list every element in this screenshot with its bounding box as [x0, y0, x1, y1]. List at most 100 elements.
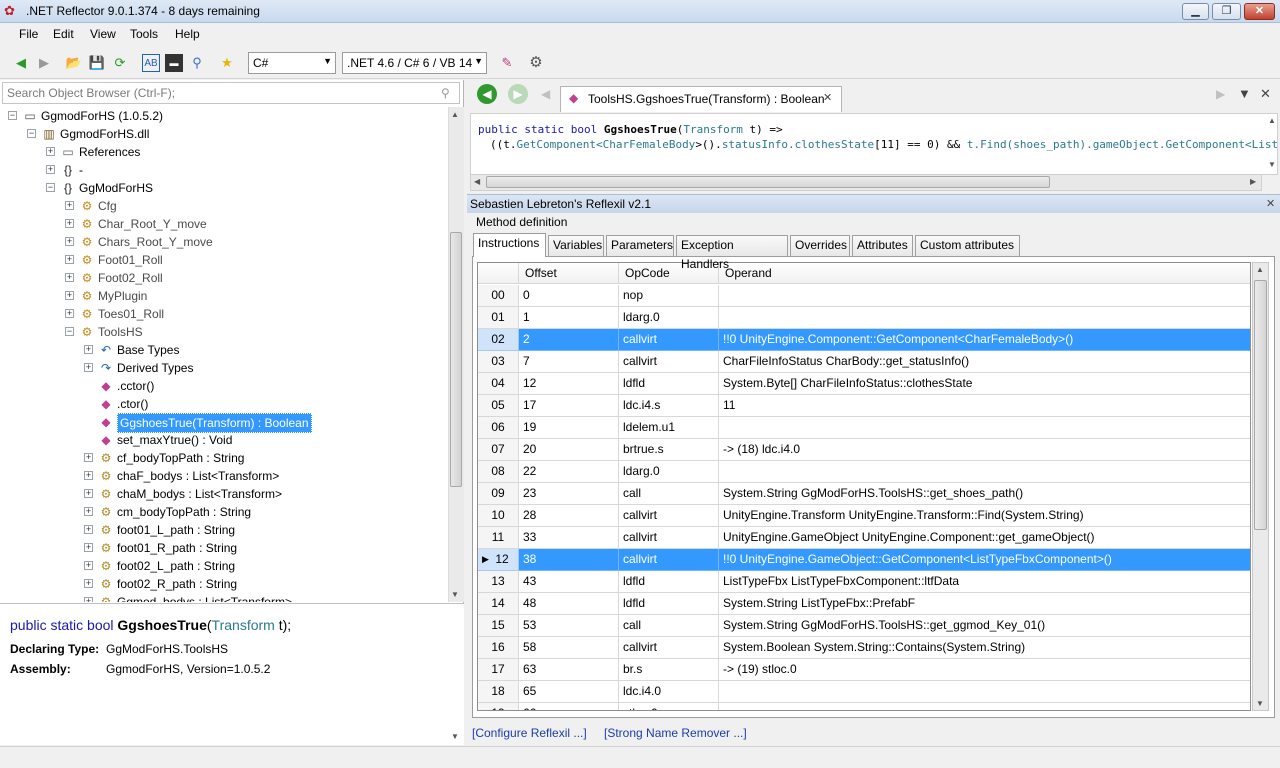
expand-icon[interactable]: +	[84, 471, 93, 480]
tree-node[interactable]: + ▭ References	[0, 143, 448, 161]
menu-view[interactable]: View	[90, 27, 116, 41]
search-input[interactable]: Search Object Browser (Ctrl-F);	[2, 82, 460, 104]
instruction-row[interactable]: 09 23 call System.String GgModForHS.ToolsHS…	[478, 483, 1250, 505]
menu-tools[interactable]: Tools	[130, 27, 158, 41]
code-call[interactable]: GetComponent<	[517, 138, 603, 151]
column-header-offset[interactable]: Offset	[519, 263, 619, 284]
instruction-row[interactable]: 05 17 ldc.i4.s 11	[478, 395, 1250, 417]
grid-scroll-thumb[interactable]	[1254, 280, 1267, 530]
expand-icon[interactable]: +	[65, 309, 74, 318]
menu-file[interactable]: File	[19, 27, 38, 41]
scroll-up-icon[interactable]: ▲	[451, 110, 459, 119]
tree-node[interactable]: + ⚙ Foot02_Roll	[0, 269, 448, 287]
back-icon[interactable]: ◀	[12, 54, 30, 72]
instruction-row[interactable]: 03 7 callvirt CharFileInfoStatus CharBody::…	[478, 351, 1250, 373]
instruction-row[interactable]: 11 33 callvirt UnityEngine.GameObject Unity…	[478, 527, 1250, 549]
tab-scroll-left-icon[interactable]: ◀	[541, 87, 550, 101]
signature-param-type[interactable]: Transform	[212, 617, 275, 633]
instruction-row[interactable]: ▶ 12 38 callvirt !!0 UnityEngine.GameObject:…	[478, 549, 1250, 571]
tree-node[interactable]: + ⚙ foot01_L_path : String	[0, 521, 448, 539]
code-field[interactable]: statusInfo.clothesState	[722, 138, 874, 151]
tree-node[interactable]: + ⚙ chaF_bodys : List<Transform>	[0, 467, 448, 485]
decompiled-code-view[interactable]: public static bool GgshoesTrue(Transform…	[470, 113, 1278, 175]
expand-icon[interactable]: +	[65, 255, 74, 264]
tree-node[interactable]: + ⚙ foot01_R_path : String	[0, 539, 448, 557]
expand-icon[interactable]: +	[65, 219, 74, 228]
tab-overrides[interactable]: Overrides	[790, 235, 850, 256]
instruction-row[interactable]: 02 2 callvirt !!0 UnityEngine.Component::Ge…	[478, 329, 1250, 351]
forward-icon[interactable]: ▶	[35, 54, 53, 72]
signature-name[interactable]: GgshoesTrue	[117, 617, 206, 633]
tree-node[interactable]: + ⚙ foot02_L_path : String	[0, 557, 448, 575]
instruction-row[interactable]: 18 65 ldc.i4.0	[478, 681, 1250, 703]
expand-icon[interactable]: +	[46, 147, 55, 156]
tree-node[interactable]: + ↷ Derived Types	[0, 359, 448, 377]
tree-node[interactable]: + ⚙ Ggmod_bodys : List<Transform>	[0, 593, 448, 602]
tree-node[interactable]: + ⚙ cf_bodyTopPath : String	[0, 449, 448, 467]
expand-icon[interactable]: +	[84, 345, 93, 354]
tree-node[interactable]: + ⚙ cm_bodyTopPath : String	[0, 503, 448, 521]
tree-node[interactable]: + ⚙ Toes01_Roll	[0, 305, 448, 323]
nav-forward-icon[interactable]: ▶	[508, 84, 528, 104]
expand-icon[interactable]: +	[84, 543, 93, 552]
expand-icon[interactable]: +	[65, 273, 74, 282]
tree-node[interactable]: + ⚙ Char_Root_Y_move	[0, 215, 448, 233]
instruction-row[interactable]: 19 66 stloc.0	[478, 703, 1250, 710]
tree-scroll-thumb[interactable]	[450, 232, 462, 487]
minimize-button[interactable]: ▁	[1182, 3, 1209, 20]
instruction-row[interactable]: 17 63 br.s -> (19) stloc.0	[478, 659, 1250, 681]
tree-node[interactable]: ◆ set_maxYtrue() : Void	[0, 431, 448, 449]
expand-icon[interactable]: +	[84, 579, 93, 588]
instruction-row[interactable]: 10 28 callvirt UnityEngine.Transform UnityE…	[478, 505, 1250, 527]
instruction-row[interactable]: 13 43 ldfld ListTypeFbx ListTypeFbxComponen…	[478, 571, 1250, 593]
tree-node[interactable]: − ▭ GgmodForHS (1.0.5.2)	[0, 107, 448, 125]
declaring-type-value[interactable]: GgModForHS.ToolsHS	[106, 642, 228, 656]
tab-instructions[interactable]: Instructions	[473, 233, 546, 257]
expand-icon[interactable]: +	[84, 597, 93, 602]
collapse-icon[interactable]: −	[8, 111, 17, 120]
tab-variables[interactable]: Variables	[548, 235, 604, 256]
collapse-icon[interactable]: −	[65, 327, 74, 336]
grid-scroll-down-icon[interactable]: ▼	[1256, 699, 1264, 708]
collapse-icon[interactable]: −	[46, 183, 55, 192]
tree-node[interactable]: + ↶ Base Types	[0, 341, 448, 359]
collapse-icon[interactable]: −	[27, 129, 36, 138]
save-icon[interactable]: 💾	[88, 54, 106, 72]
tab-attributes[interactable]: Attributes	[852, 235, 913, 256]
code-type[interactable]: CharFemaleBody	[603, 138, 696, 151]
bookmark-star-icon[interactable]: ★	[218, 54, 236, 72]
tab-close-icon[interactable]: ✕	[823, 91, 832, 104]
gear-icon[interactable]: ⚙	[527, 54, 545, 72]
nav-back-icon[interactable]: ◀	[477, 84, 497, 104]
instruction-row[interactable]: 00 0 nop	[478, 285, 1250, 307]
expand-icon[interactable]: +	[46, 165, 55, 174]
code-scroll-down-icon[interactable]: ▼	[1268, 160, 1276, 169]
close-tab-icon[interactable]: ✕	[1260, 86, 1271, 102]
console-icon[interactable]: ▬	[165, 54, 183, 72]
hscroll-left-icon[interactable]: ◀	[474, 177, 480, 186]
configure-reflexil-link[interactable]: [Configure Reflexil ...]	[472, 726, 587, 740]
strong-name-remover-link[interactable]: [Strong Name Remover ...]	[604, 726, 747, 740]
tab-exception-handlers[interactable]: Exception Handlers	[676, 235, 788, 271]
tab-toolshs-ggshoestrue[interactable]: ◆ ToolsHS.GgshoesTrue(Transform) : Boole…	[560, 86, 842, 112]
menu-edit[interactable]: Edit	[53, 27, 74, 41]
expand-icon[interactable]: +	[84, 363, 93, 372]
expand-icon[interactable]: +	[84, 507, 93, 516]
code-type[interactable]: Transform	[683, 123, 743, 136]
expand-icon[interactable]: +	[84, 489, 93, 498]
expand-icon[interactable]: +	[84, 525, 93, 534]
expand-icon[interactable]: +	[65, 291, 74, 300]
tab-parameters[interactable]: Parameters	[606, 235, 674, 256]
menu-help[interactable]: Help	[175, 27, 200, 41]
tree-node[interactable]: + ⚙ Cfg	[0, 197, 448, 215]
close-button[interactable]: ✕	[1244, 3, 1275, 20]
grid-scroll-up-icon[interactable]: ▲	[1256, 265, 1264, 274]
expand-icon[interactable]: +	[65, 237, 74, 246]
tree-node[interactable]: − ▥ GgmodForHS.dll	[0, 125, 448, 143]
instruction-row[interactable]: 15 53 call System.String GgModForHS.ToolsHS…	[478, 615, 1250, 637]
instruction-row[interactable]: 07 20 brtrue.s -> (18) ldc.i4.0	[478, 439, 1250, 461]
tree-node[interactable]: ◆ GgshoesTrue(Transform) : Boolean	[0, 413, 448, 433]
edit-note-icon[interactable]: ✎	[498, 54, 516, 72]
tree-node[interactable]: + ⚙ Foot01_Roll	[0, 251, 448, 269]
tree-node[interactable]: + ⚙ foot02_R_path : String	[0, 575, 448, 593]
